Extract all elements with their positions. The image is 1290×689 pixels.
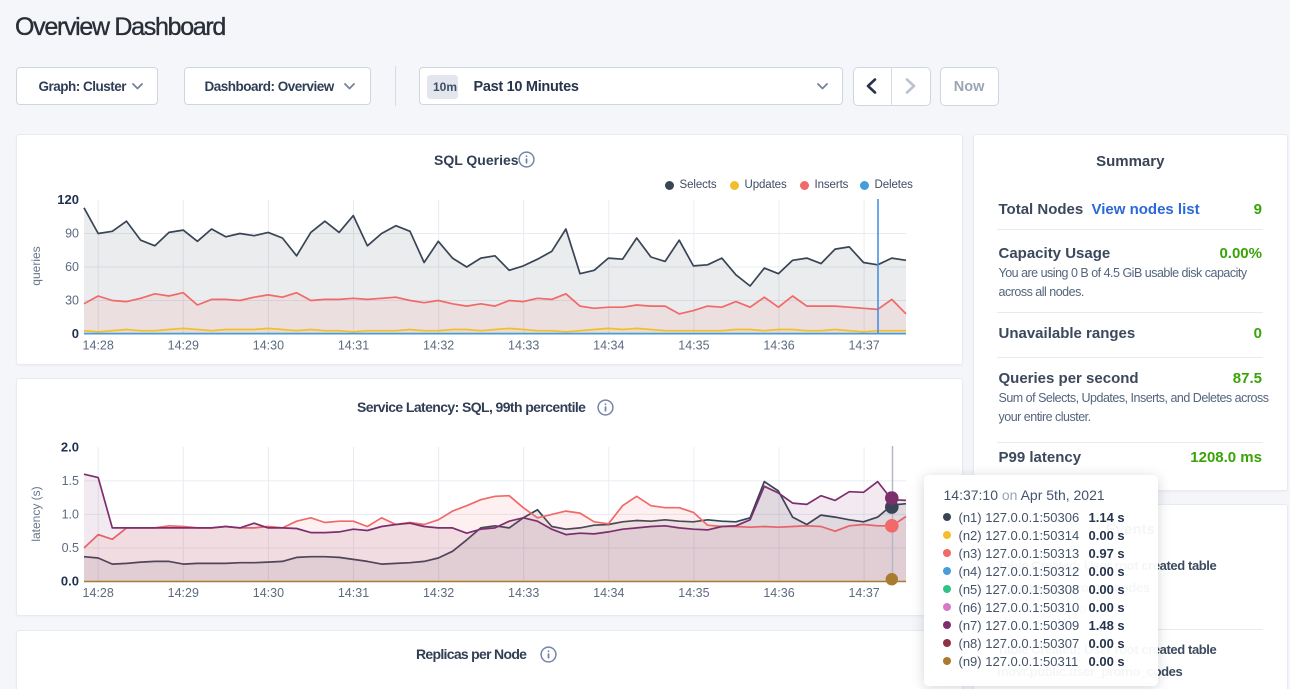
svg-text:14:28: 14:28 bbox=[83, 339, 114, 353]
svg-text:14:34: 14:34 bbox=[593, 339, 624, 353]
svg-text:14:33: 14:33 bbox=[508, 339, 539, 353]
svg-text:14:35: 14:35 bbox=[678, 586, 709, 600]
svg-text:0.5: 0.5 bbox=[62, 541, 79, 555]
svg-text:0: 0 bbox=[72, 326, 79, 341]
svg-text:0.0: 0.0 bbox=[61, 574, 79, 589]
svg-text:14:31: 14:31 bbox=[338, 339, 369, 353]
svg-text:120: 120 bbox=[57, 192, 79, 207]
svg-text:30: 30 bbox=[65, 294, 79, 308]
svg-text:14:33: 14:33 bbox=[508, 586, 539, 600]
svg-text:14:32: 14:32 bbox=[423, 339, 454, 353]
svg-text:1.5: 1.5 bbox=[62, 474, 79, 488]
svg-text:60: 60 bbox=[65, 260, 79, 274]
svg-text:14:30: 14:30 bbox=[253, 586, 284, 600]
svg-text:14:35: 14:35 bbox=[678, 339, 709, 353]
svg-text:14:36: 14:36 bbox=[763, 586, 794, 600]
svg-text:queries: queries bbox=[29, 246, 43, 285]
svg-text:14:31: 14:31 bbox=[338, 586, 369, 600]
svg-text:14:30: 14:30 bbox=[253, 339, 284, 353]
svg-text:14:34: 14:34 bbox=[593, 586, 624, 600]
svg-text:14:32: 14:32 bbox=[423, 586, 454, 600]
svg-text:14:36: 14:36 bbox=[763, 339, 794, 353]
svg-text:14:29: 14:29 bbox=[168, 339, 199, 353]
svg-text:latency (s): latency (s) bbox=[29, 486, 43, 541]
svg-text:1.0: 1.0 bbox=[62, 508, 79, 522]
svg-text:14:28: 14:28 bbox=[83, 586, 114, 600]
svg-text:14:37: 14:37 bbox=[848, 339, 879, 353]
svg-text:14:29: 14:29 bbox=[168, 586, 199, 600]
svg-text:2.0: 2.0 bbox=[61, 440, 79, 455]
svg-text:14:37: 14:37 bbox=[848, 586, 879, 600]
svg-text:90: 90 bbox=[65, 227, 79, 241]
